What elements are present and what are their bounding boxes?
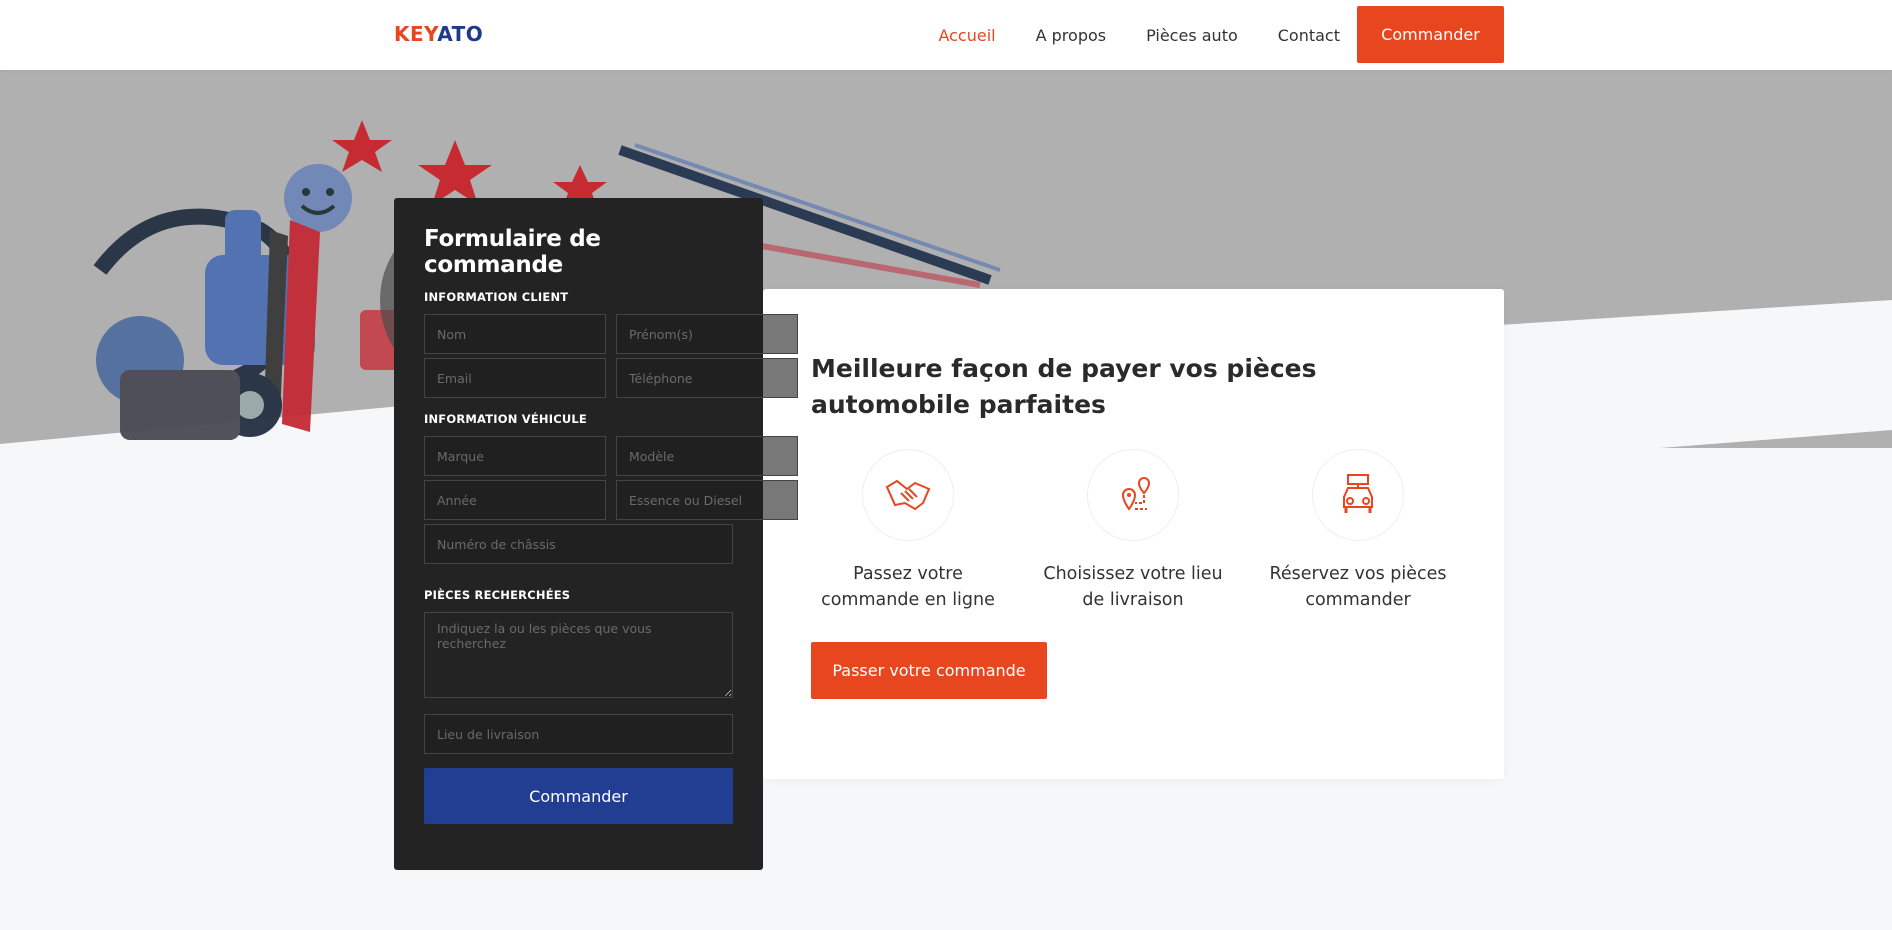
marque-input[interactable] bbox=[424, 436, 606, 476]
feature-choose-location: Choisissez votre lieu de livraison bbox=[1033, 449, 1233, 613]
brand-logo-part1: KEY bbox=[394, 22, 438, 46]
section-label-vehicle: INFORMATION VÉHICULE bbox=[424, 412, 587, 426]
nav-commander-button[interactable]: Commander bbox=[1357, 6, 1504, 63]
info-title: Meilleure façon de payer vos pièces auto… bbox=[811, 354, 1317, 419]
form-submit-button[interactable]: Commander bbox=[424, 768, 733, 824]
feature-choose-location-label: Choisissez votre lieu de livraison bbox=[1043, 564, 1223, 610]
feature-order-online-label: Passez votre commande en ligne bbox=[821, 564, 995, 610]
form-title: Formulaire de commande bbox=[424, 226, 601, 278]
info-card: Meilleure façon de payer vos pièces auto… bbox=[763, 289, 1504, 779]
brand-logo-part2: ATO bbox=[437, 22, 484, 46]
section-label-client: INFORMATION CLIENT bbox=[424, 290, 569, 304]
handshake-icon bbox=[862, 449, 954, 541]
feature-reserve-parts-label: Réservez vos pièces commander bbox=[1269, 564, 1447, 610]
nav-link-a-propos[interactable]: A propos bbox=[1036, 26, 1106, 45]
email-input[interactable] bbox=[424, 358, 606, 398]
navbar: KEYATO Accueil A propos Pièces auto Cont… bbox=[0, 0, 1892, 70]
modele-input[interactable] bbox=[616, 436, 798, 476]
pieces-textarea[interactable] bbox=[424, 612, 733, 698]
main-menu: Accueil A propos Pièces auto Contact bbox=[938, 0, 1340, 70]
order-form: Formulaire de commande INFORMATION CLIEN… bbox=[394, 198, 798, 870]
nav-link-contact[interactable]: Contact bbox=[1278, 26, 1340, 45]
feature-reserve-parts: Réservez vos pièces commander bbox=[1258, 449, 1458, 613]
carburant-input[interactable] bbox=[616, 480, 798, 520]
nom-input[interactable] bbox=[424, 314, 606, 354]
rent-car-icon bbox=[1312, 449, 1404, 541]
chassis-input[interactable] bbox=[424, 524, 733, 564]
telephone-input[interactable] bbox=[616, 358, 798, 398]
feature-order-online: Passez votre commande en ligne bbox=[808, 449, 1008, 613]
passer-commande-button[interactable]: Passer votre commande bbox=[811, 642, 1047, 699]
prenom-input[interactable] bbox=[616, 314, 798, 354]
nav-link-accueil[interactable]: Accueil bbox=[938, 26, 995, 45]
nav-link-pieces-auto[interactable]: Pièces auto bbox=[1146, 26, 1238, 45]
livraison-input[interactable] bbox=[424, 714, 733, 754]
brand-logo[interactable]: KEYATO bbox=[394, 22, 483, 46]
annee-input[interactable] bbox=[424, 480, 606, 520]
route-location-icon bbox=[1087, 449, 1179, 541]
section-label-parts: PIÈCES RECHERCHÉES bbox=[424, 588, 571, 602]
